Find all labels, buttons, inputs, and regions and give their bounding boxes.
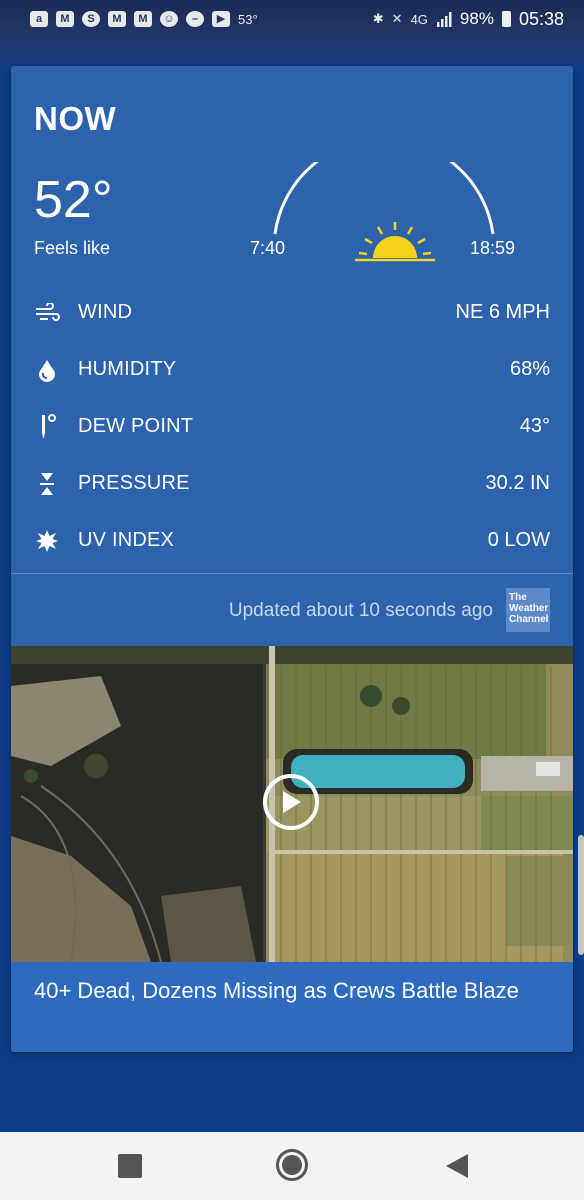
humidity-row: HUMIDITY 68% xyxy=(11,341,573,398)
wind-icon xyxy=(34,300,60,326)
battery-icon xyxy=(501,11,511,27)
youtube-icon: ▶ xyxy=(212,11,230,27)
pressure-icon xyxy=(34,471,60,497)
pressure-label: PRESSURE xyxy=(78,472,190,494)
uv-index-value: 0 LOW xyxy=(487,529,550,551)
uv-index-row: UV INDEX 0 LOW xyxy=(11,512,573,569)
skype-icon: S xyxy=(82,11,100,27)
humidity-value: 68% xyxy=(509,358,550,380)
game-icon: ☺ xyxy=(160,11,178,27)
back-button[interactable] xyxy=(444,1152,470,1180)
wind-row: WIND NE 6 MPH xyxy=(11,284,573,341)
play-button[interactable] xyxy=(263,774,319,830)
sun-icon xyxy=(355,222,435,262)
notification-icons: a M S M M ☺ – ▶ 53° xyxy=(30,11,258,27)
bluetooth-icon: ✱ xyxy=(372,11,384,26)
humidity-icon xyxy=(34,357,60,383)
uv-index-label: UV INDEX xyxy=(78,529,175,551)
feels-like-label: Feels like xyxy=(34,238,111,258)
uv-index-icon xyxy=(34,528,60,554)
mute-icon: ✕ xyxy=(391,11,403,26)
dew-point-value: 43° xyxy=(519,415,550,437)
navigation-bar xyxy=(0,1132,584,1200)
status-temperature: 53° xyxy=(238,11,258,27)
do-not-disturb-icon: – xyxy=(186,11,204,27)
system-icons: ✱ ✕ 4G 98% 05:38 xyxy=(373,9,564,30)
play-icon xyxy=(283,791,301,813)
conditions-list: WIND NE 6 MPH HUMIDITY 68% DEW POINT 43° xyxy=(11,284,573,569)
sunset-time: 18:59 xyxy=(470,238,516,258)
pressure-row: PRESSURE 30.2 IN xyxy=(11,455,573,512)
signal-icon xyxy=(436,12,452,27)
pressure-value: 30.2 IN xyxy=(485,472,550,494)
scrollbar[interactable] xyxy=(578,835,584,955)
wind-value: NE 6 MPH xyxy=(455,301,550,323)
dew-point-label: DEW POINT xyxy=(78,415,194,437)
section-title: NOW xyxy=(34,100,117,137)
updated-timestamp: Updated about 10 seconds ago xyxy=(228,600,493,621)
sun-arc xyxy=(273,162,495,262)
news-headline[interactable]: 40+ Dead, Dozens Missing as Crews Battle… xyxy=(34,976,534,1005)
gmail-icon: M xyxy=(108,11,126,27)
network-type: 4G xyxy=(410,11,428,27)
home-button[interactable] xyxy=(276,1149,308,1181)
clock: 05:38 xyxy=(518,8,564,29)
sunrise-time: 7:40 xyxy=(250,238,286,258)
dew-point-icon xyxy=(34,413,60,440)
weather-channel-logo[interactable]: The Weather Channel xyxy=(506,588,550,632)
status-bar-background xyxy=(0,38,584,66)
current-temperature: 52° xyxy=(34,171,113,229)
weather-card[interactable]: NOW 52° Feels like 7:40 18:59 WIND NE 6 … xyxy=(11,66,573,1052)
humidity-label: HUMIDITY xyxy=(78,358,177,380)
recents-button[interactable] xyxy=(118,1154,142,1178)
dew-point-row: DEW POINT 43° xyxy=(11,398,573,455)
wind-label: WIND xyxy=(78,301,133,323)
gmail-icon: M xyxy=(134,11,152,27)
status-bar: a M S M M ☺ – ▶ 53° ✱ ✕ 4G 98% 05:38 xyxy=(0,0,584,38)
divider xyxy=(11,573,573,574)
battery-percent: 98% xyxy=(459,9,494,28)
amazon-icon: a xyxy=(30,11,48,27)
gmail-icon: M xyxy=(56,11,74,27)
